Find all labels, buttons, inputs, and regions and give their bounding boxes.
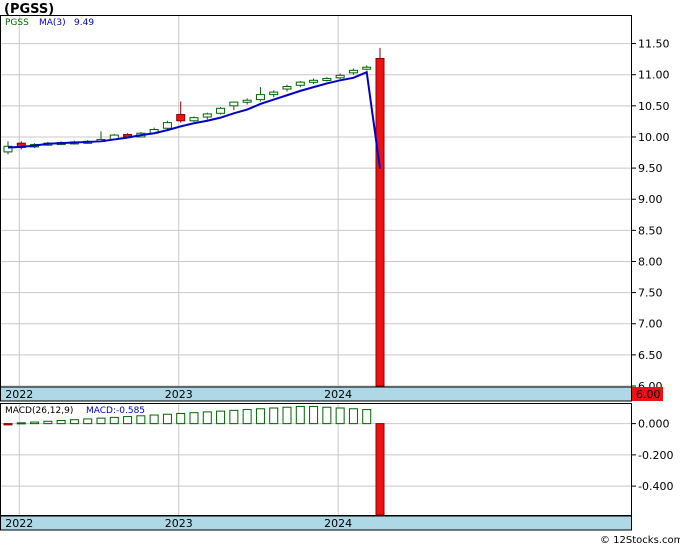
candle-down	[375, 58, 385, 387]
price-y-tick-label: 6.50	[638, 349, 663, 362]
macd-y-tick-label: -0.200	[638, 449, 673, 462]
candle-up	[202, 113, 212, 118]
macd-bar-negative	[375, 423, 385, 516]
price-y-tick-label: 10.50	[638, 100, 670, 113]
macd-bar-positive	[348, 408, 358, 425]
price-panel	[0, 15, 632, 387]
macd-y-tick-label: 0.000	[638, 418, 670, 431]
macd-x-tick-label: 2024	[324, 517, 352, 530]
macd-bar-positive	[162, 413, 172, 425]
legend-ma-label: MA(3)	[39, 18, 66, 28]
candle-up	[362, 66, 372, 70]
price-y-tick-label: 11.50	[638, 38, 670, 51]
macd-bar-positive	[149, 414, 159, 425]
candle-up	[269, 91, 279, 96]
macd-bar-positive	[56, 419, 66, 425]
price-y-axis: 11.50 11.00 10.50 10.00 9.50 9.00 8.50 8.00 7.50…	[631, 38, 670, 393]
macd-y-tick-label: -0.400	[638, 480, 673, 493]
candle-up	[242, 99, 252, 103]
macd-y-axis: 0.000 -0.200 -0.400	[631, 418, 673, 493]
price-y-tick-label: 7.50	[638, 287, 663, 300]
price-y-tick-label: 10.00	[638, 131, 670, 144]
macd-bar-positive	[322, 406, 332, 425]
candle-up	[229, 101, 239, 107]
macd-bar-positive	[255, 408, 265, 425]
macd-legend-label: MACD(26,12,9)	[5, 406, 73, 416]
macd-bar-positive	[216, 410, 226, 425]
price-x-tick-label: 2022	[5, 388, 33, 401]
macd-bar-positive	[295, 405, 305, 425]
macd-bar-positive	[69, 419, 79, 425]
macd-bar-positive	[16, 422, 26, 425]
macd-bar-positive	[43, 420, 53, 425]
macd-bar-positive	[335, 407, 345, 425]
candle-down	[176, 114, 186, 122]
price-y-tick-label: 8.00	[638, 255, 663, 268]
macd-x-axis-bar	[0, 515, 632, 531]
price-x-axis-bar	[0, 386, 632, 402]
candle-up	[335, 74, 345, 79]
candle-up	[309, 79, 319, 83]
macd-bar-positive	[123, 416, 133, 425]
macd-bar-positive	[202, 411, 212, 425]
macd-legend-value: MACD:-0.585	[86, 406, 145, 416]
macd-bar-positive	[176, 412, 186, 425]
legend-symbol: PGSS	[5, 18, 29, 28]
candle-up	[162, 122, 172, 129]
macd-bar-negative	[3, 423, 13, 426]
price-y-tick-label: 9.50	[638, 162, 663, 175]
macd-bar-positive	[136, 415, 146, 425]
macd-bar-positive	[282, 406, 292, 425]
price-y-tick-label: 7.00	[638, 318, 663, 331]
price-y-tick-label: 11.00	[638, 69, 670, 82]
stock-chart: (PGSS) 11.50 11.00 10.50 10.00 9.50 9.00 8.50 8…	[0, 2, 680, 546]
candle-up	[216, 107, 226, 114]
macd-x-tick-label: 2023	[165, 517, 193, 530]
macd-bar-positive	[83, 418, 93, 425]
macd-bar-positive	[189, 412, 199, 425]
candle-up	[189, 117, 199, 122]
price-y-tick-label: 9.00	[638, 193, 663, 206]
macd-bar-positive	[269, 407, 279, 425]
macd-x-tick-label: 2022	[5, 517, 33, 530]
macd-bar-positive	[362, 409, 372, 425]
macd-bar-positive	[109, 416, 119, 425]
macd-bar-positive	[229, 409, 239, 425]
chart-title: (PGSS)	[4, 2, 54, 17]
candle-up	[322, 77, 332, 81]
watermark: © 12Stocks.com	[600, 535, 680, 546]
price-x-tick-label: 2024	[324, 388, 352, 401]
macd-bar-positive	[96, 417, 106, 425]
macd-bar-positive	[30, 421, 40, 425]
macd-bar-positive	[309, 405, 319, 425]
candle-up	[255, 94, 265, 101]
candle-up	[348, 69, 358, 74]
price-x-tick-label: 2023	[165, 388, 193, 401]
price-y-tick-label: 8.50	[638, 224, 663, 237]
legend-ma-value: 9.49	[74, 18, 94, 28]
candle-up	[282, 86, 292, 90]
last-price-tag-label: 6.00	[636, 388, 661, 401]
macd-bar-positive	[242, 409, 252, 425]
candle-up	[295, 81, 305, 86]
